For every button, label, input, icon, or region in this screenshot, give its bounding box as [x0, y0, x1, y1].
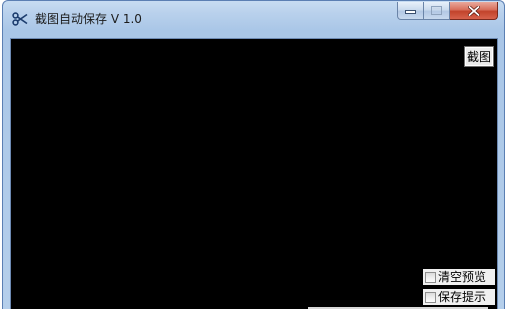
clear-preview-label: 清空预览	[438, 270, 487, 284]
app-window: 截图自动保存 V 1.0 截图 清空预览 保存提示	[2, 0, 505, 309]
clear-preview-checkbox-box[interactable]	[425, 271, 436, 283]
preview-area: 截图 清空预览 保存提示	[10, 38, 498, 309]
maximize-icon	[431, 6, 442, 15]
capture-button[interactable]: 截图	[464, 46, 494, 67]
minimize-button[interactable]	[397, 2, 424, 20]
clear-preview-checkbox[interactable]: 清空预览	[423, 269, 495, 285]
window-title: 截图自动保存 V 1.0	[35, 12, 142, 26]
scissors-icon	[12, 12, 28, 26]
save-prompt-checkbox-box[interactable]	[425, 291, 436, 303]
save-prompt-checkbox[interactable]: 保存提示	[423, 289, 495, 305]
close-icon	[467, 5, 480, 16]
title-bar[interactable]: 截图自动保存 V 1.0	[3, 1, 504, 38]
maximize-button[interactable]	[424, 2, 450, 20]
close-button[interactable]	[450, 2, 498, 20]
save-prompt-label: 保存提示	[438, 290, 487, 304]
minimize-icon	[405, 9, 416, 14]
